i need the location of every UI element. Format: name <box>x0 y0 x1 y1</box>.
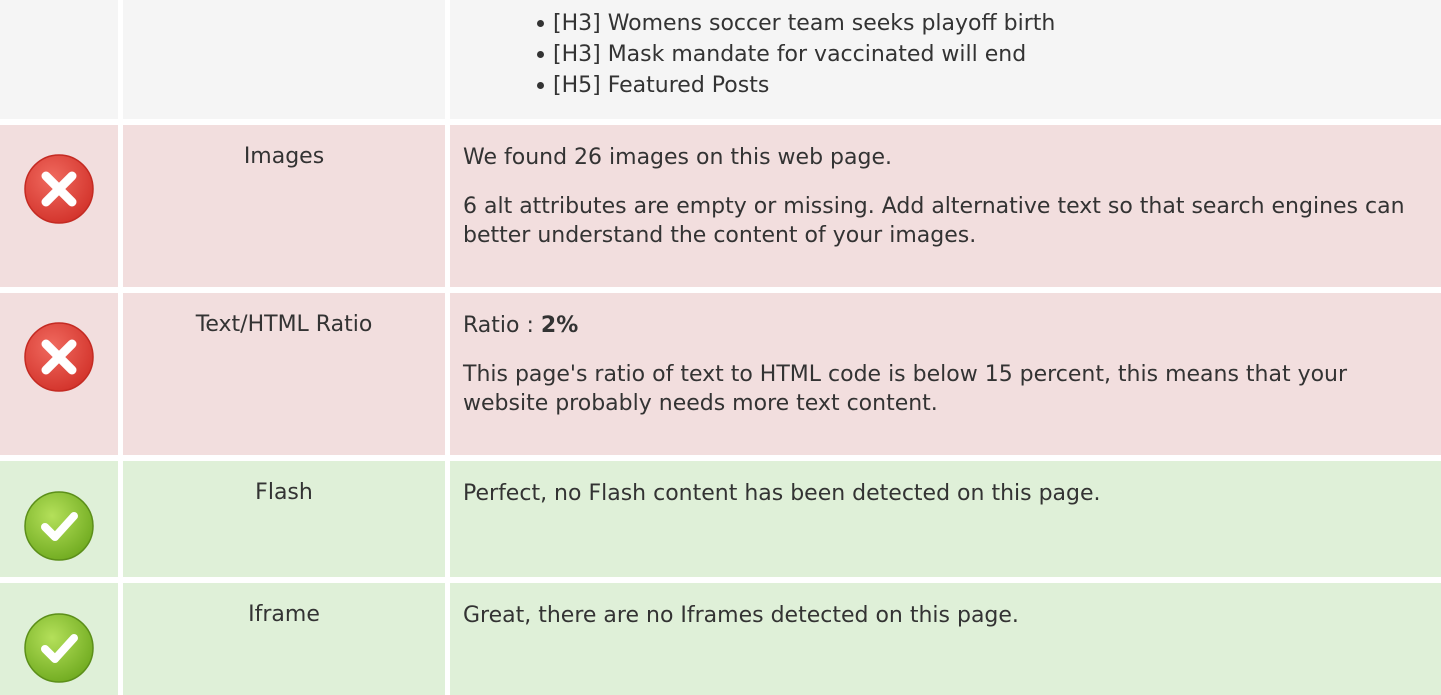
ratio-explanation: This page's ratio of text to HTML code i… <box>463 362 1348 416</box>
images-label: Images <box>243 144 325 169</box>
list-item: [H3] Womens soccer team seeks playoff bi… <box>537 8 1055 39</box>
images-count-text: We found 26 images on this web page. <box>463 145 892 170</box>
ratio-description: Ratio : 2% This page's ratio of text to … <box>463 311 1421 438</box>
bullet-icon <box>537 20 544 27</box>
iframe-desc-cell: Great, there are no Iframes detected on … <box>450 583 1441 695</box>
heading-text: [H3] Womens soccer team seeks playoff bi… <box>553 11 1056 36</box>
ratio-desc-cell: Ratio : 2% This page's ratio of text to … <box>450 293 1441 455</box>
iframe-text: Great, there are no Iframes detected on … <box>463 603 1019 628</box>
iframe-label-cell: Iframe <box>123 583 445 695</box>
ratio-label: Text/HTML Ratio <box>195 312 373 337</box>
flash-text: Perfect, no Flash content has been detec… <box>463 481 1101 506</box>
heading-text: [H5] Featured Posts <box>553 73 770 98</box>
images-description: We found 26 images on this web page. 6 a… <box>463 143 1421 270</box>
headings-icon-cell <box>0 0 118 119</box>
headings-label-cell <box>123 0 445 119</box>
iframe-description: Great, there are no Iframes detected on … <box>463 601 1421 650</box>
check-icon <box>22 489 96 563</box>
ratio-label-cell: Text/HTML Ratio <box>123 293 445 455</box>
images-label-cell: Images <box>123 125 445 287</box>
images-row: Images We found 26 images on this web pa… <box>0 125 1441 287</box>
error-x-icon <box>22 320 96 394</box>
headings-row: [H3] Womens soccer team seeks playoff bi… <box>0 0 1441 119</box>
heading-text: [H3] Mask mandate for vaccinated will en… <box>553 42 1027 67</box>
images-icon-cell <box>0 125 118 287</box>
ratio-icon-cell <box>0 293 118 455</box>
images-desc-cell: We found 26 images on this web page. 6 a… <box>450 125 1441 287</box>
check-icon <box>22 611 96 685</box>
iframe-label: Iframe <box>248 602 320 627</box>
iframe-row: Iframe Great, there are no Iframes detec… <box>0 583 1441 695</box>
headings-desc-cell: [H3] Womens soccer team seeks playoff bi… <box>450 0 1441 119</box>
ratio-value: 2% <box>540 313 579 338</box>
flash-desc-cell: Perfect, no Flash content has been detec… <box>450 461 1441 577</box>
flash-description: Perfect, no Flash content has been detec… <box>463 479 1421 528</box>
bullet-icon <box>537 51 544 58</box>
list-item: [H5] Featured Posts <box>537 70 1055 101</box>
flash-row: Flash Perfect, no Flash content has been… <box>0 461 1441 577</box>
iframe-icon-cell <box>0 583 118 695</box>
list-item: [H3] Mask mandate for vaccinated will en… <box>537 39 1055 70</box>
ratio-row: Text/HTML Ratio Ratio : 2% This page's r… <box>0 293 1441 455</box>
seo-report: [H3] Womens soccer team seeks playoff bi… <box>0 0 1441 695</box>
ratio-value-line: Ratio : 2% <box>463 311 1421 340</box>
flash-icon-cell <box>0 461 118 577</box>
headings-list: [H3] Womens soccer team seeks playoff bi… <box>537 8 1055 101</box>
bullet-icon <box>537 82 544 89</box>
images-alt-text: 6 alt attributes are empty or missing. A… <box>463 194 1405 248</box>
flash-label-cell: Flash <box>123 461 445 577</box>
flash-label: Flash <box>255 480 313 505</box>
ratio-prefix: Ratio : <box>463 313 541 338</box>
error-x-icon <box>22 152 96 226</box>
